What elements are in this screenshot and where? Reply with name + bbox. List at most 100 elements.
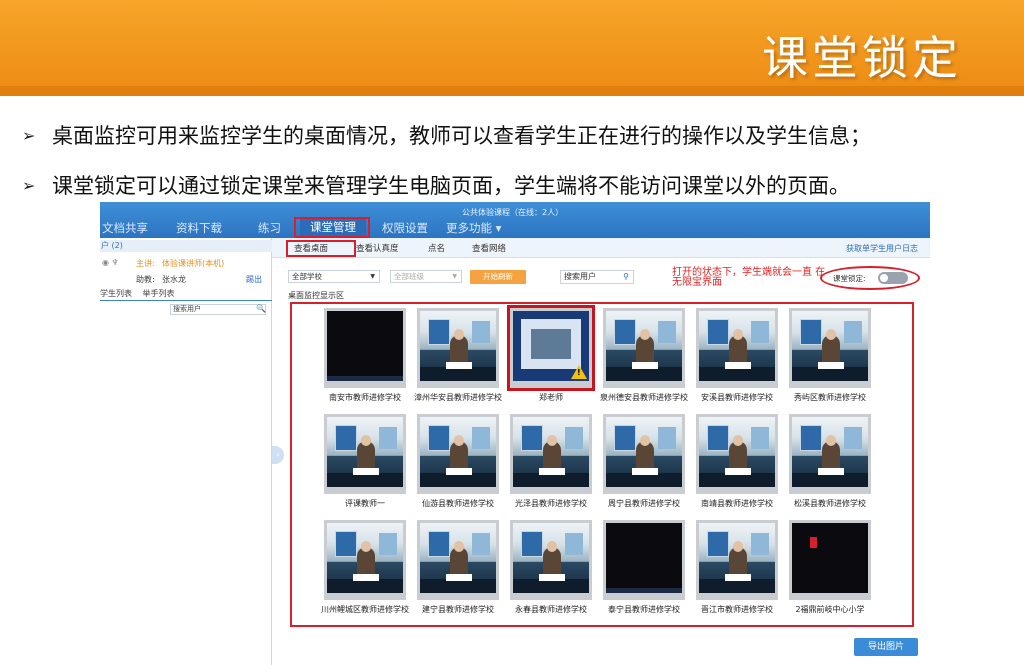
thumbnail-frame [603,520,685,600]
slide: 课堂锁定 ➢ 桌面监控可用来监控学生的桌面情况，教师可以查看学生正在进行的操作以… [0,0,1024,665]
desktop-screen-image [699,417,775,487]
user-search-placeholder: 搜索用户 [564,272,596,281]
live-status: 公共体验课程（在线：2人） [462,208,564,217]
start-refresh-button[interactable]: 开始刷新 [470,270,526,284]
bullet-item: ➢ 桌面监控可用来监控学生的桌面情况，教师可以查看学生正在进行的操作以及学生信息… [22,118,1002,152]
student-desktop-thumbnail[interactable]: ! 郑老师 [504,305,598,403]
nav-downloads[interactable]: 资料下载 [176,220,222,236]
bullet-text: 课堂锁定可以通过锁定课堂来管理学生电脑页面，学生端将不能访问课堂以外的页面。 [52,174,850,198]
thumbnail-label: 永春县教师进修学校 [515,605,587,614]
student-desktop-thumbnail[interactable]: 安溪县教师进修学校 [690,308,784,403]
tab-hand-raise-list[interactable]: 举手列表 [143,289,175,298]
student-desktop-thumbnail[interactable]: 永春县教师进修学校 [504,520,598,615]
student-desktop-thumbnail[interactable]: 仙游县教师进修学校 [411,414,505,509]
thumbnail-frame [603,414,685,494]
student-desktop-thumbnail[interactable]: 秀屿区教师进修学校 [783,308,877,403]
voice-icon[interactable]: ◉ ♆ [102,258,119,267]
student-desktop-thumbnail[interactable]: 川州鲤城区教师进修学校 [318,520,412,615]
desktop-screen-image [606,417,682,487]
thumbnail-frame [696,520,778,600]
thumbnail-label: 仙游县教师进修学校 [422,499,494,508]
student-desktop-thumbnail[interactable]: 光泽县教师进修学校 [504,414,598,509]
chevron-down-icon: ▼ [452,273,457,280]
student-desktop-thumbnail[interactable]: 2福鼎前岐中心小学 [783,520,877,615]
desktop-screen-image [792,417,868,487]
desktop-screen-image [327,417,403,487]
student-desktop-thumbnail[interactable]: 周宁县教师进修学校 [597,414,691,509]
page-title: 课堂锁定 [762,31,962,85]
bullet-item: ➢ 课堂锁定可以通过锁定课堂来管理学生电脑页面，学生端将不能访问课堂以外的页面。 [22,168,1002,202]
school-select[interactable]: 全部学校 ▼ [288,270,380,283]
desktop-screen-image [792,523,868,593]
thumbnail-label: 周宁县教师进修学校 [608,499,680,508]
tab-roll-call[interactable]: 点名 [428,242,445,254]
thumbnail-label: 漳州华安县教师进修学校 [414,393,502,402]
thumbnail-frame [789,520,871,600]
thumbnail-label: 晋江市教师进修学校 [701,605,773,614]
thumbnail-label: 南安市教师进修学校 [329,393,401,402]
kick-out-link[interactable]: 踢出 [246,274,262,285]
thumbnail-label: 南靖县教师进修学校 [701,499,773,508]
thumbnail-label: 秀屿区教师进修学校 [794,393,866,402]
desktop-screen-image [420,523,496,593]
thumbnail-label: 评课教师一 [345,499,385,508]
thumbnail-frame [603,308,685,388]
sidebar-search-input[interactable]: 搜索用户 [170,304,266,315]
student-desktop-thumbnail[interactable]: 泰宁县教师进修学校 [597,520,691,615]
annotation-note: 打开的状态下，学生端就会一直 在无限宝界面 [672,267,826,288]
thumbnail-frame: ! [507,305,595,391]
class-select[interactable]: 全部班级 ▼ [390,270,462,283]
desktop-screen-image [699,311,775,381]
thumbnail-frame [324,414,406,494]
search-icon[interactable]: ⚲ [623,271,629,283]
nav-more[interactable]: 更多功能 ▾ [446,220,501,236]
thumbnail-frame [324,520,406,600]
student-desktop-thumbnail[interactable]: 南安市教师进修学校 [318,308,412,403]
assistant-name: 张水龙 [162,275,186,284]
search-icon[interactable]: 🔍 [256,304,266,313]
student-desktop-thumbnail[interactable]: 建宁县教师进修学校 [411,520,505,615]
student-desktop-thumbnail[interactable]: 晋江市教师进修学校 [690,520,784,615]
student-log-link[interactable]: 获取单学生用户日志 [846,243,918,254]
app-screenshot: 公共体验课程（在线：2人） 文档共享 资料下载 练习 课堂管理 权限设置 更多功… [100,202,930,665]
thumbnail-label: 光泽县教师进修学校 [515,499,587,508]
desktop-screen-image [513,417,589,487]
tab-student-list[interactable]: 学生列表 [100,289,132,298]
presenter-label: 主讲: [136,259,155,268]
student-desktop-thumbnail[interactable]: 南靖县教师进修学校 [690,414,784,509]
nav-practice[interactable]: 练习 [258,220,281,236]
thumbnail-label: 2福鼎前岐中心小学 [795,605,865,614]
student-desktop-thumbnail[interactable]: 泉州德安县教师进修学校 [597,308,691,403]
thumbnail-label: 安溪县教师进修学校 [701,393,773,402]
thumbnail-label: 泉州德安县教师进修学校 [600,393,688,402]
thumbnail-frame [696,308,778,388]
title-banner: 课堂锁定 [0,0,1024,96]
desktop-screen-image [606,311,682,381]
thumbnail-frame [789,308,871,388]
student-desktop-thumbnail[interactable]: 评课教师一 [318,414,412,509]
desktop-screen-image: ! [513,311,589,381]
thumbnail-frame [417,414,499,494]
desktop-screen-image [792,311,868,381]
export-image-button[interactable]: 导出图片 [854,638,918,656]
sidebar-tabs: 学生列表 举手列表 [100,288,272,301]
tab-network[interactable]: 查看网络 [472,242,506,254]
nav-permissions[interactable]: 权限设置 [382,220,428,236]
tab-attention[interactable]: 查看认真度 [356,242,399,254]
bullet-arrow-icon: ➢ [22,125,36,145]
nav-doc-share[interactable]: 文档共享 [102,220,148,236]
thumbnail-frame [417,520,499,600]
student-desktop-thumbnail[interactable]: 松溪县教师进修学校 [783,414,877,509]
thumbnail-label: 川州鲤城区教师进修学校 [321,605,409,614]
student-desktop-thumbnail[interactable]: 漳州华安县教师进修学校 [411,308,505,403]
user-search-input[interactable]: 搜索用户 ⚲ [560,270,634,284]
warning-icon: ! [571,365,587,379]
chevron-down-icon: ▼ [370,273,375,280]
desktop-screen-image [420,417,496,487]
thumbnail-label: 建宁县教师进修学校 [422,605,494,614]
thumbnail-frame [510,414,592,494]
assistant-label: 助教: [136,275,155,284]
desktop-screen-image [606,523,682,593]
desktop-screen-image [327,311,403,381]
desktop-screen-image [513,523,589,593]
